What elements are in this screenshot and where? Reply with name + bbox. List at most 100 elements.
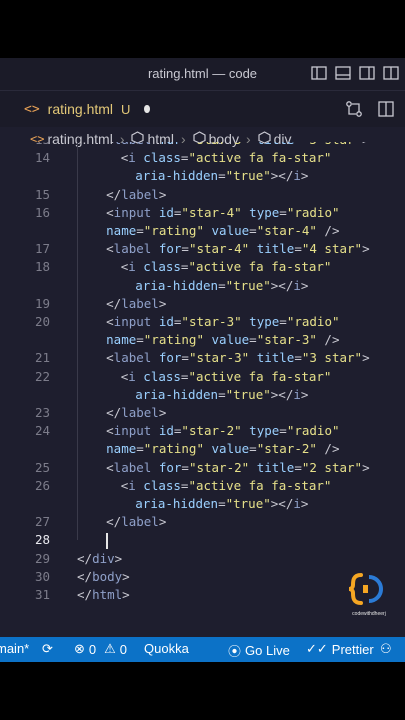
line-number: 13: [0, 142, 50, 147]
code-token: <: [106, 204, 114, 220]
toggle-sidebar-icon[interactable]: [311, 66, 327, 80]
code-line[interactable]: name="rating" value="star-3" />: [0, 332, 405, 350]
code-line[interactable]: 20 <input id="star-3" type="radio": [0, 314, 405, 332]
code-token: i: [128, 368, 136, 384]
code-token: =: [279, 204, 287, 220]
code-line[interactable]: 26 <i class="active fa fa-star": [0, 478, 405, 496]
code-text: <i class="active fa fa-star": [121, 478, 332, 493]
go-live-label: Go Live: [245, 643, 290, 658]
code-token: "true": [225, 496, 271, 511]
prettier-label: Prettier: [331, 641, 374, 657]
code-text: <i class="active fa fa-star": [121, 150, 332, 165]
code-token: name: [106, 441, 137, 457]
warning-count: 0: [119, 641, 128, 657]
code-token: label: [121, 295, 159, 311]
code-token: >: [114, 550, 123, 566]
code-line[interactable]: 13<label for="star-5" title="5 star">: [0, 142, 405, 150]
feedback-button[interactable]: ⚇: [380, 641, 392, 657]
sync-icon: ⟳: [42, 641, 53, 656]
code-token: >: [362, 350, 370, 366]
code-token: =: [181, 241, 189, 257]
line-number: 20: [34, 314, 50, 329]
code-line[interactable]: 29 </div>: [0, 551, 405, 569]
code-token: i: [128, 259, 136, 275]
code-token: >: [122, 568, 130, 584]
quokka-status[interactable]: Quokka: [144, 641, 189, 656]
code-token: >: [122, 587, 130, 602]
code-line[interactable]: aria-hidden="true"></i>: [0, 496, 405, 514]
customize-layout-icon[interactable]: [383, 66, 399, 80]
code-token: >: [158, 186, 167, 202]
code-token: =: [249, 332, 257, 348]
code-token: "rating": [143, 441, 204, 457]
code-token: "3 star": [301, 350, 363, 366]
code-line[interactable]: 21 <label for="star-3" title="3 star">: [0, 350, 405, 368]
code-line[interactable]: 19 </label>: [0, 296, 405, 314]
code-token: ></: [270, 496, 294, 511]
problems-status[interactable]: ⊗ 0 ⚠ 0: [74, 641, 127, 657]
code-line[interactable]: 17 <label for="star-4" title="4 star">: [0, 241, 405, 259]
code-token: "4 star": [301, 241, 363, 257]
code-line[interactable]: 25 <label for="star-2" title="2 star">: [0, 460, 405, 478]
code-line[interactable]: aria-hidden="true"></i>: [0, 168, 405, 186]
line-number: 21: [34, 350, 50, 366]
code-token: "true": [225, 168, 271, 184]
code-line[interactable]: name="rating" value="star-2" />: [0, 441, 405, 459]
branch-status[interactable]: main*: [0, 641, 29, 656]
code-line[interactable]: 23 </label>: [0, 405, 405, 423]
code-token: </: [77, 587, 93, 602]
code-line[interactable]: 22 <i class="active fa fa-star": [0, 369, 405, 387]
line-number: 16: [34, 204, 50, 220]
person-icon: ⚇: [380, 641, 392, 656]
code-token: aria-hidden: [135, 277, 219, 293]
code-line[interactable]: 18 <i class="active fa fa-star": [0, 259, 405, 277]
go-live-button[interactable]: ⦿ Go Live: [228, 641, 290, 660]
code-line[interactable]: 15 </label>: [0, 187, 405, 205]
code-line[interactable]: name="rating" value="star-4" />: [0, 223, 405, 241]
code-line[interactable]: aria-hidden="true"></i>: [0, 278, 405, 296]
code-line[interactable]: 28: [0, 532, 405, 550]
code-token: "star-3": [181, 314, 242, 329]
code-token: body: [92, 568, 123, 584]
code-token: "rating": [143, 332, 204, 348]
line-number: 23: [34, 405, 50, 420]
code-token: "star-4": [256, 223, 317, 238]
code-text: name="rating" value="star-3" />: [106, 332, 339, 347]
toggle-panel-icon[interactable]: [335, 66, 351, 80]
code-token: </: [106, 514, 122, 530]
line-number: 28: [34, 532, 50, 548]
code-token: "active fa fa-star": [188, 368, 332, 384]
code-token: >: [158, 405, 167, 420]
code-token: <: [106, 423, 114, 439]
code-token: label: [113, 459, 152, 475]
code-line[interactable]: 16 <input id="star-4" type="radio": [0, 205, 405, 223]
broadcast-icon: ⦿: [228, 644, 242, 659]
code-line[interactable]: 14 <i class="active fa fa-star": [0, 150, 405, 168]
code-token: >: [300, 168, 309, 184]
code-line[interactable]: 24 <input id="star-2" type="radio": [0, 423, 405, 441]
tab-rating-html[interactable]: <> rating.html U: [12, 91, 150, 127]
sync-button[interactable]: ⟳: [42, 641, 53, 657]
code-token: </: [106, 186, 122, 202]
code-token: input: [113, 423, 152, 439]
code-token: for: [151, 241, 182, 257]
code-editor[interactable]: 13<label for="star-5" title="5 star">14<…: [0, 142, 405, 637]
code-line[interactable]: aria-hidden="true"></i>: [0, 387, 405, 405]
tab-actions: [345, 100, 395, 123]
code-token: "true": [225, 277, 271, 293]
code-token: value: [204, 223, 250, 238]
code-token: =: [181, 459, 189, 475]
toggle-secondary-sidebar-icon[interactable]: [359, 66, 375, 80]
code-token: ></: [270, 386, 294, 402]
unsaved-dot-icon[interactable]: [144, 105, 150, 113]
code-token: i: [128, 477, 136, 493]
code-text: </label>: [106, 514, 166, 529]
prettier-status[interactable]: ✓✓ Prettier: [306, 641, 374, 657]
code-text: </label>: [106, 187, 166, 202]
line-number: 22: [34, 368, 50, 384]
compare-changes-icon[interactable]: [345, 100, 363, 123]
split-editor-icon[interactable]: [377, 100, 395, 123]
code-token: id: [151, 314, 174, 329]
code-line[interactable]: 27 </label>: [0, 514, 405, 532]
code-token: title: [249, 142, 295, 147]
